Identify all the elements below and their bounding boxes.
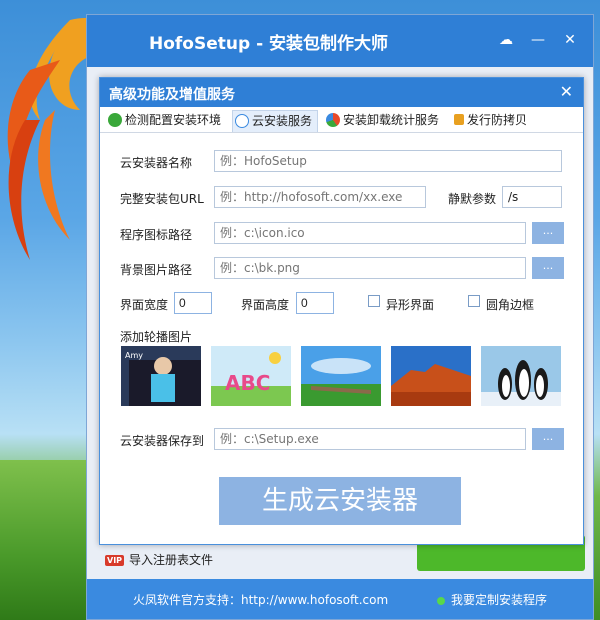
save-path-label: 云安装器保存到	[120, 434, 205, 448]
package-url-label: 完整安装包URL	[120, 192, 204, 206]
icon-browse-button[interactable]: ...	[532, 222, 564, 244]
tab-label: 发行防拷贝	[467, 113, 528, 127]
dialog-titlebar: 高级功能及增值服务 ✕	[100, 78, 583, 107]
cloud-icon[interactable]: ☁	[497, 31, 515, 49]
thumb-penguins[interactable]	[481, 346, 561, 406]
generate-installer-button[interactable]: 生成云安装器	[219, 477, 461, 525]
main-titlebar: HofoSetup - 安装包制作大师 ☁ — ✕	[87, 15, 593, 67]
custom-setup-label: 我要定制安装程序	[451, 593, 548, 607]
shaped-checkbox[interactable]	[368, 295, 380, 307]
installer-name-label: 云安装器名称	[120, 156, 193, 170]
installer-name-input[interactable]	[214, 150, 562, 172]
save-browse-button[interactable]: ...	[532, 428, 564, 450]
icon-path-label: 程序图标路径	[120, 228, 193, 242]
tab-anti-copy[interactable]: 发行防拷贝	[452, 110, 527, 132]
import-registry-link[interactable]: VIP 导入注册表文件	[105, 551, 213, 568]
cloud-icon	[235, 113, 249, 128]
silent-param-input[interactable]	[502, 186, 562, 208]
shaped-label: 异形界面	[386, 298, 435, 312]
custom-setup-link[interactable]: 我要定制安装程序	[437, 591, 547, 608]
minimize-button[interactable]: —	[529, 31, 547, 49]
tab-check-environment[interactable]: 检测配置安装环境	[106, 110, 221, 132]
thumb-desert[interactable]	[391, 346, 471, 406]
bg-browse-button[interactable]: ...	[532, 257, 564, 279]
carousel-label: 添加轮播图片	[120, 330, 193, 344]
lock-icon	[454, 114, 464, 125]
thumb-landscape[interactable]	[301, 346, 381, 406]
tab-label: 检测配置安装环境	[125, 113, 222, 127]
support-link[interactable]: 火凤软件官方支持：http://www.hofosoft.com	[133, 591, 388, 608]
grass-hill	[0, 460, 100, 620]
bg-path-label: 背景图片路径	[120, 263, 193, 277]
icon-path-input[interactable]	[214, 222, 526, 244]
width-label: 界面宽度	[120, 298, 169, 312]
close-button[interactable]: ✕	[561, 31, 579, 49]
tab-bar: 检测配置安装环境 云安装服务 安装卸载统计服务 发行防拷贝	[100, 107, 583, 133]
thumb-abc-caption: ABC	[225, 371, 270, 395]
main-footer: 火凤软件官方支持：http://www.hofosoft.com 我要定制安装程…	[87, 579, 593, 619]
height-label: 界面高度	[241, 298, 290, 312]
tab-label: 云安装服务	[252, 114, 313, 128]
silent-param-label: 静默参数	[448, 192, 497, 206]
check-circle-icon	[108, 112, 122, 127]
dialog-close-button[interactable]: ✕	[560, 82, 573, 101]
rounded-label: 圆角边框	[486, 298, 535, 312]
dialog-title: 高级功能及增值服务	[109, 87, 235, 103]
status-dot-icon	[437, 596, 445, 605]
vip-badge: VIP	[105, 555, 125, 566]
rounded-checkbox[interactable]	[468, 295, 480, 307]
save-path-input[interactable]	[214, 428, 526, 450]
thumb-girl-caption: Amy	[125, 351, 143, 360]
tab-cloud-install[interactable]: 云安装服务	[232, 110, 318, 132]
height-input[interactable]	[296, 292, 334, 314]
tab-install-statistics[interactable]: 安装卸载统计服务	[324, 110, 439, 132]
pie-chart-icon	[326, 112, 340, 127]
import-registry-label: 导入注册表文件	[129, 553, 214, 567]
width-input[interactable]	[174, 292, 212, 314]
thumb-abc-kids[interactable]: ABC	[211, 346, 291, 406]
package-url-input[interactable]	[214, 186, 426, 208]
thumb-girl[interactable]: Amy	[121, 346, 201, 406]
main-title: HofoSetup - 安装包制作大师	[149, 34, 389, 54]
advanced-services-dialog: 高级功能及增值服务 ✕ 检测配置安装环境 云安装服务 安装卸载统计服务 发行防拷…	[99, 77, 584, 545]
bg-path-input[interactable]	[214, 257, 526, 279]
tab-label: 安装卸载统计服务	[343, 113, 440, 127]
